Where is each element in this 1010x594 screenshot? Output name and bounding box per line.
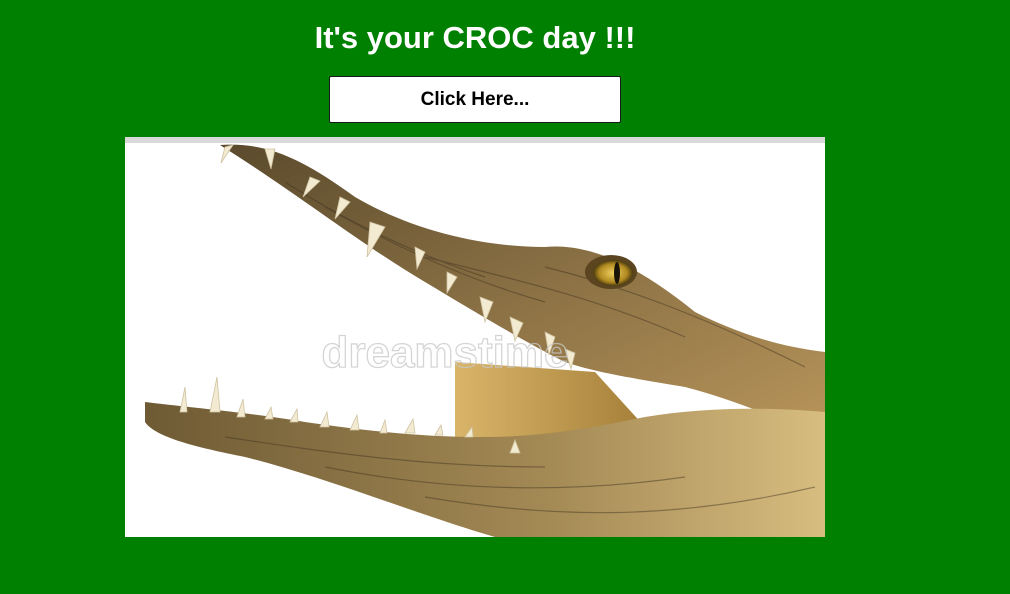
image-watermark: dreamstime [321,328,568,377]
page: It's your CROC day !!! Click Here... dre… [0,0,1010,594]
crocodile-illustration: dreamstime [145,144,825,537]
crocodile-image: dreamstime [125,137,825,537]
page-title: It's your CROC day !!! [314,20,636,55]
click-here-button[interactable]: Click Here... [329,76,621,123]
